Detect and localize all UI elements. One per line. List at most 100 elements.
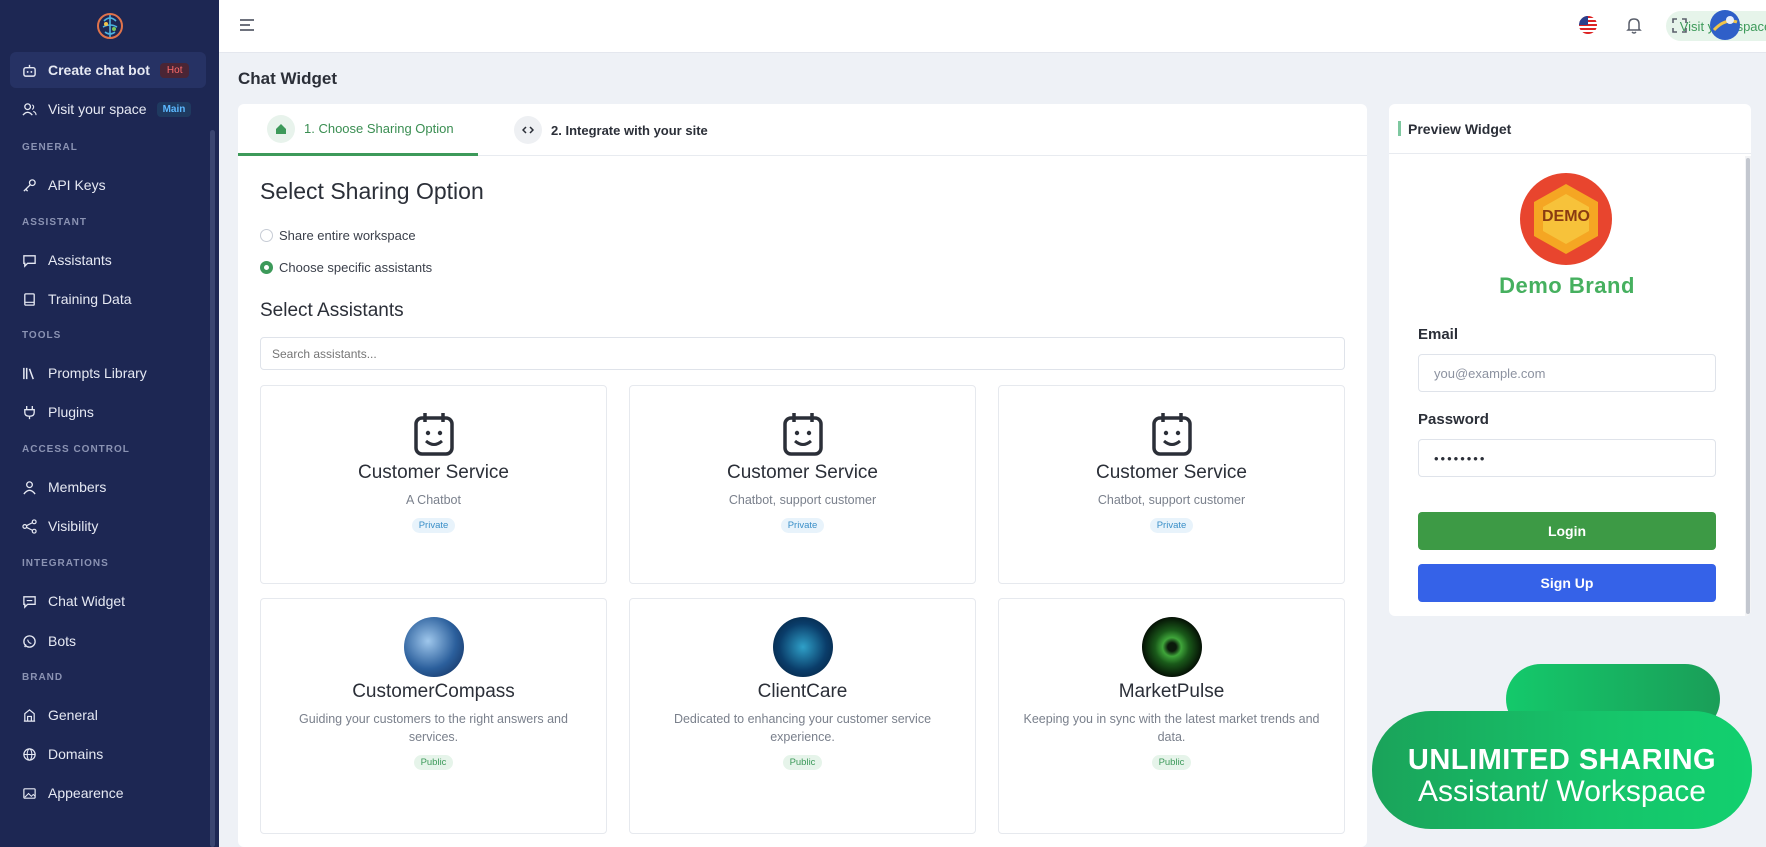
assistant-name: MarketPulse [1118, 681, 1225, 702]
page-title: Chat Widget [238, 69, 338, 88]
sidebar-item-label: Visibility [48, 518, 99, 534]
sidebar-item-label: Create chat bot [48, 62, 150, 78]
sidebar-item-create-chat-bot[interactable]: Create chat bot Hot [10, 52, 206, 88]
promo-line2: Assistant/ Workspace [1418, 775, 1706, 808]
preview-widget-panel: Preview Widget DEMO Demo Brand Email you… [1389, 104, 1751, 616]
sharing-card: 1. Choose Sharing Option 2. Integrate wi… [238, 104, 1367, 847]
assistant-card[interactable]: Customer Service A Chatbot Private [260, 385, 607, 584]
share-icon [21, 518, 37, 534]
brain-logo-icon[interactable] [0, 0, 219, 52]
tab-label: 2. Integrate with your site [551, 122, 708, 138]
sidebar: Create chat bot Hot Visit your space Mai… [0, 0, 219, 847]
radio-specific-assistants[interactable]: Choose specific assistants [260, 260, 432, 275]
assistant-name: ClientCare [757, 681, 848, 702]
section-general: GENERAL [22, 142, 78, 153]
header-accent-bar [1398, 121, 1401, 136]
robot-icon [21, 62, 37, 78]
radio-label: Share entire workspace [279, 228, 416, 243]
visibility-badge: Public [782, 755, 823, 770]
assistant-avatar [403, 617, 464, 677]
radio-share-workspace[interactable]: Share entire workspace [260, 228, 416, 243]
sidebar-item-visit-space[interactable]: Visit your space Main [10, 91, 206, 127]
sidebar-item-label: Chat Widget [48, 593, 126, 609]
sidebar-item-appearence[interactable]: Appearence [10, 775, 206, 811]
user-icon [21, 479, 37, 495]
sidebar-item-label: Appearence [48, 785, 124, 801]
plug-icon [21, 404, 37, 420]
section-access-control: ACCESS CONTROL [22, 444, 130, 455]
calendar-smile-icon [999, 411, 1344, 458]
promo-line1: UNLIMITED SHARING [1407, 744, 1717, 776]
sidebar-item-label: Domains [48, 746, 104, 762]
email-label: Email [1418, 326, 1459, 343]
sharing-heading: Select Sharing Option [260, 178, 484, 204]
sidebar-item-label: Plugins [48, 404, 94, 420]
login-button[interactable]: Login [1418, 512, 1716, 550]
avatar[interactable] [1710, 10, 1740, 40]
whatsapp-icon [21, 633, 37, 649]
assistant-card[interactable]: Customer Service Chatbot, support custom… [998, 385, 1345, 584]
assistants-heading: Select Assistants [260, 300, 404, 321]
scroll-thumb[interactable] [1746, 158, 1750, 614]
chat-widget-icon [21, 593, 37, 609]
hot-badge: Hot [159, 62, 190, 78]
visibility-badge: Private [780, 518, 825, 533]
sidebar-item-label: Assistants [48, 252, 112, 268]
radio-circle-selected[interactable] [260, 261, 273, 274]
search-assistants-input[interactable] [260, 337, 1345, 370]
fullscreen-icon[interactable] [1669, 15, 1689, 35]
email-field[interactable]: you@example.com [1418, 354, 1716, 392]
assistant-card[interactable]: CustomerCompass Guiding your customers t… [260, 598, 607, 834]
assistant-avatar [772, 617, 833, 677]
preview-header: Preview Widget [1389, 104, 1751, 154]
visibility-badge: Public [413, 755, 454, 770]
tab-integrate[interactable]: 2. Integrate with your site [514, 104, 708, 156]
sidebar-item-plugins[interactable]: Plugins [10, 394, 206, 430]
us-flag-icon[interactable] [1578, 15, 1598, 35]
users-icon [21, 101, 37, 117]
assistant-card[interactable]: MarketPulse Keeping you in sync with the… [998, 598, 1345, 834]
chat-icon [21, 252, 37, 268]
sidebar-item-api-keys[interactable]: API Keys [10, 167, 206, 203]
section-integrations: INTEGRATIONS [22, 558, 109, 569]
assistant-card[interactable]: Customer Service Chatbot, support custom… [629, 385, 976, 584]
section-tools: TOOLS [22, 330, 62, 341]
sidebar-item-chat-widget[interactable]: Chat Widget [10, 583, 206, 619]
sidebar-item-general[interactable]: General [10, 697, 206, 733]
visibility-badge: Private [1149, 518, 1194, 533]
section-brand: BRAND [22, 672, 64, 683]
assistant-description: Keeping you in sync with the latest mark… [1023, 712, 1320, 744]
sidebar-item-prompts-library[interactable]: Prompts Library [10, 355, 206, 391]
preview-scrollbar[interactable] [1745, 156, 1751, 616]
sidebar-item-label: Members [48, 479, 107, 495]
bell-icon[interactable] [1624, 15, 1644, 35]
demo-brand-logo: DEMO [1519, 172, 1613, 266]
sidebar-item-visibility[interactable]: Visibility [10, 508, 206, 544]
top-bar: Visit your space [219, 0, 1766, 53]
tab-choose-sharing[interactable]: 1. Choose Sharing Option [238, 104, 478, 156]
assistant-description: Dedicated to enhancing your customer ser… [673, 712, 932, 744]
assistant-description: Chatbot, support customer [728, 493, 877, 507]
brand-name: Demo Brand [1499, 273, 1635, 298]
sidebar-item-assistants[interactable]: Assistants [10, 242, 206, 278]
radio-circle[interactable] [260, 229, 273, 242]
assistant-avatar [1141, 617, 1202, 677]
sidebar-item-domains[interactable]: Domains [10, 736, 206, 772]
assistant-description: A Chatbot [406, 493, 461, 507]
library-icon [21, 365, 37, 381]
visibility-badge: Public [1151, 755, 1192, 770]
signup-button[interactable]: Sign Up [1418, 564, 1716, 602]
building-icon [21, 707, 37, 723]
globe-icon [21, 746, 37, 762]
sidebar-item-training-data[interactable]: Training Data [10, 281, 206, 317]
sidebar-item-members[interactable]: Members [10, 469, 206, 505]
assistant-card[interactable]: ClientCare Dedicated to enhancing your c… [629, 598, 976, 834]
password-field[interactable]: •••••••• [1418, 439, 1716, 477]
tab-label: 1. Choose Sharing Option [304, 121, 454, 136]
section-assistant: ASSISTANT [22, 217, 87, 228]
sidebar-scrollbar[interactable] [210, 130, 215, 847]
calendar-smile-icon [630, 411, 975, 458]
promo-banner: UNLIMITED SHARING Assistant/ Workspace [1372, 711, 1752, 829]
sidebar-item-bots[interactable]: Bots [10, 623, 206, 659]
menu-toggle-icon[interactable] [238, 16, 256, 34]
